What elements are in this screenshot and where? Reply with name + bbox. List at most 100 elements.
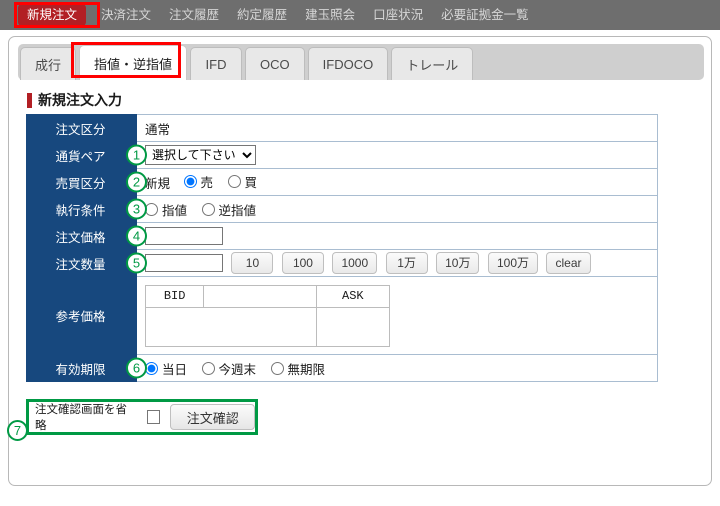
qty-preset-10000[interactable]: 1万 (385, 252, 428, 274)
label-order-price-text: 注文価格 (55, 230, 106, 245)
nav-item-margin-list[interactable]: 必要証拠金一覧 (432, 3, 538, 27)
buy-sell-prefix-text: 新規 (145, 177, 171, 191)
nav-item-new-order[interactable]: 新規注文 (18, 4, 87, 26)
row-order-price: 注文価格 4 (26, 222, 658, 250)
value-currency-pair: 選択して下さい (136, 141, 658, 169)
annotation-number-2: 2 (126, 171, 147, 193)
value-buy-sell: 新規 売 買 (136, 168, 658, 196)
radio-buy[interactable]: 買 (227, 172, 258, 191)
nav-item-wrapper-new-order: 新規注文 (18, 4, 87, 26)
reference-price-body-row (145, 306, 391, 347)
order-confirm-button[interactable]: 注文確認 (170, 404, 256, 430)
order-price-input[interactable] (145, 227, 223, 245)
annotation-number-7: 7 (7, 420, 28, 441)
nav-item-execution-history[interactable]: 約定履歴 (228, 3, 296, 27)
section-title-text: 新規注文入力 (38, 92, 122, 108)
annotation-number-5: 5 (126, 252, 147, 274)
radio-limit-order[interactable]: 指値 (145, 200, 187, 219)
tab-limit-stop-order[interactable]: 指値・逆指値 (79, 45, 188, 80)
value-order-price (136, 222, 658, 250)
nav-item-order-history[interactable]: 注文履歴 (160, 3, 228, 27)
label-order-price: 注文価格 4 (26, 222, 147, 250)
row-order-qty: 注文数量 5 10 100 1000 1万 10万 100万 clear (26, 249, 658, 277)
label-currency-pair: 通貨ペア 1 (26, 141, 147, 169)
reference-price-middle-header (203, 284, 317, 308)
qty-clear-button[interactable]: clear (546, 252, 591, 274)
order-type-tabstrip: 成行 指値・逆指値 IFD OCO IFDOCO トレール (18, 44, 704, 80)
annotation-number-1: 1 (126, 144, 147, 166)
reference-price-header-row: BID ASK (144, 284, 391, 308)
label-order-qty-text: 注文数量 (55, 257, 106, 272)
nav-item-settlement-order[interactable]: 決済注文 (92, 3, 160, 27)
radio-sell[interactable]: 売 (183, 172, 214, 191)
radio-this-weekend-label: 今週末 (218, 362, 257, 377)
label-buy-sell: 売買区分 2 (26, 168, 147, 196)
label-order-qty: 注文数量 5 (26, 249, 147, 277)
reference-price-ask-header: ASK (315, 284, 391, 308)
annotation-number-3: 3 (126, 198, 147, 220)
nav-item-position-inquiry[interactable]: 建玉照会 (296, 3, 364, 27)
reference-price-ask-value (315, 306, 391, 347)
radio-buy-label: 買 (244, 176, 258, 190)
radio-stop-order-input[interactable] (201, 202, 215, 216)
radio-stop-order[interactable]: 逆指値 (201, 200, 257, 219)
radio-no-expiry-input[interactable] (270, 361, 284, 375)
label-order-type: 注文区分 (26, 114, 137, 142)
value-order-qty: 10 100 1000 1万 10万 100万 clear (136, 249, 658, 277)
label-exec-condition: 執行条件 3 (26, 195, 147, 223)
label-reference-price-text: 参考価格 (55, 310, 106, 324)
reference-price-bid-value (145, 306, 317, 347)
main-navigation-bar: 新規注文 決済注文 注文履歴 約定履歴 建玉照会 口座状況 必要証拠金一覧 (0, 0, 720, 30)
order-qty-input[interactable] (145, 254, 223, 272)
row-currency-pair: 通貨ペア 1 選択して下さい (26, 141, 658, 169)
label-reference-price: 参考価格 (26, 276, 137, 355)
radio-this-weekend[interactable]: 今週末 (201, 359, 257, 378)
qty-preset-10[interactable]: 10 (231, 252, 274, 274)
value-order-type: 通常 (136, 114, 658, 142)
row-reference-price: 参考価格 BID ASK (26, 276, 658, 355)
qty-preset-1000[interactable]: 1000 (332, 252, 378, 274)
radio-today-label: 当日 (162, 362, 188, 377)
row-valid-period: 有効期限 6 当日 今週末 無期限 (26, 354, 658, 382)
qty-preset-100[interactable]: 100 (281, 252, 324, 274)
label-currency-pair-text: 通貨ペア (55, 149, 106, 164)
section-title-marker (27, 92, 32, 108)
tab-trail[interactable]: トレール (391, 47, 474, 80)
radio-limit-order-label: 指値 (162, 203, 188, 218)
new-order-form-table: 注文区分 通常 通貨ペア 1 選択して下さい 売買区分 2 新規 売 買 執行条… (26, 114, 658, 382)
radio-sell-label: 売 (200, 176, 214, 190)
value-valid-period: 当日 今週末 無期限 (136, 354, 658, 382)
annotation-number-4: 4 (126, 225, 147, 247)
label-valid-period: 有効期限 6 (26, 354, 147, 382)
reference-price-bid-header: BID (144, 284, 205, 308)
radio-sell-input[interactable] (183, 175, 197, 188)
skip-confirm-label: 注文確認画面を省略 (35, 404, 127, 432)
tab-market-order[interactable]: 成行 (20, 47, 77, 80)
value-reference-price: BID ASK (136, 276, 658, 355)
radio-buy-input[interactable] (227, 175, 241, 188)
row-order-type: 注文区分 通常 (26, 114, 658, 142)
value-exec-condition: 指値 逆指値 (136, 195, 658, 223)
radio-stop-order-label: 逆指値 (218, 203, 257, 218)
radio-today[interactable]: 当日 (145, 359, 187, 378)
order-type-value-text: 通常 (145, 122, 171, 137)
tab-ifdoco[interactable]: IFDOCO (307, 47, 389, 80)
nav-item-account-status[interactable]: 口座状況 (364, 3, 432, 27)
currency-pair-select[interactable]: 選択して下さい (145, 145, 256, 165)
label-order-type-text: 注文区分 (55, 122, 106, 137)
row-exec-condition: 執行条件 3 指値 逆指値 (26, 195, 658, 223)
label-buy-sell-text: 売買区分 (55, 176, 106, 191)
skip-confirm-checkbox[interactable] (146, 410, 161, 424)
tab-oco[interactable]: OCO (245, 47, 305, 80)
tab-ifd[interactable]: IFD (190, 47, 243, 80)
section-title: 新規注文入力 (27, 90, 122, 110)
order-entry-panel: 成行 指値・逆指値 IFD OCO IFDOCO トレール 新規注文入力 注文区… (8, 36, 712, 486)
row-buy-sell: 売買区分 2 新規 売 買 (26, 168, 658, 196)
annotation-number-6: 6 (126, 357, 147, 379)
radio-no-expiry[interactable]: 無期限 (270, 359, 326, 378)
radio-this-weekend-input[interactable] (201, 361, 215, 375)
radio-no-expiry-label: 無期限 (287, 362, 326, 377)
label-valid-period-text: 有効期限 (55, 362, 106, 377)
qty-preset-1000000[interactable]: 100万 (487, 252, 538, 274)
qty-preset-100000[interactable]: 10万 (436, 252, 480, 274)
